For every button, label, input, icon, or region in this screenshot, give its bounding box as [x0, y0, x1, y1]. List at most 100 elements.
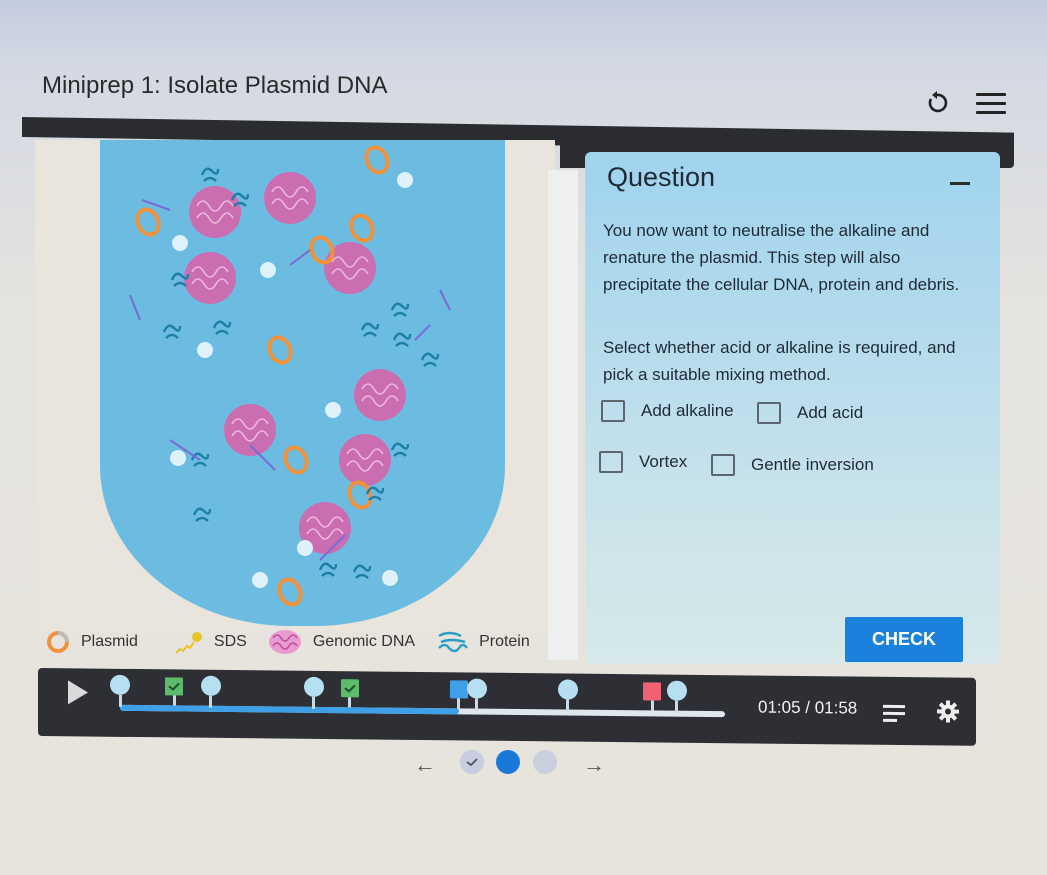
protein	[390, 442, 410, 457]
protein	[360, 322, 380, 337]
check-icon	[168, 682, 181, 691]
legend-item-protein: Protein	[435, 630, 530, 654]
plasmid	[277, 577, 303, 607]
timeline-marker-completed[interactable]	[340, 679, 359, 708]
question-heading: Question	[607, 162, 716, 192]
page-dot-upcoming[interactable]	[533, 750, 557, 774]
question-instructions: You now want to neutralise the alkaline …	[603, 221, 960, 294]
protein	[192, 507, 212, 522]
option-vortex[interactable]: Vortex	[599, 451, 687, 473]
legend-label: Genomic DNA	[312, 633, 416, 650]
video-player-bar: 01:05 / 01:58	[38, 668, 976, 746]
timeline-marker-incorrect[interactable]	[643, 682, 662, 711]
marker-stem	[172, 695, 176, 706]
marker-square	[643, 682, 662, 701]
page-dot-completed[interactable]	[460, 750, 484, 774]
marker-stem	[566, 699, 570, 712]
protein	[390, 302, 410, 317]
timeline-marker-question[interactable]	[557, 679, 578, 712]
marker-circle	[110, 674, 130, 695]
settings-gear-icon[interactable]	[936, 699, 960, 728]
sds-particle	[197, 342, 213, 358]
sds-particle	[382, 570, 398, 586]
checkbox[interactable]	[711, 454, 735, 476]
plasmid	[135, 207, 161, 237]
legend-label: Protein	[479, 633, 530, 650]
option-label: Vortex	[639, 452, 688, 471]
option-label: Gentle inversion	[751, 455, 874, 474]
marker-stem	[650, 700, 654, 711]
play-icon[interactable]	[68, 680, 88, 705]
legend-item-sds: SDS	[174, 629, 247, 655]
checkbox[interactable]	[757, 402, 781, 424]
debris	[289, 249, 311, 266]
legend-item-genomic-dna: Genomic DNA	[267, 628, 415, 656]
timeline-marker-question[interactable]	[466, 678, 487, 711]
timeline-marker-question[interactable]	[110, 674, 130, 707]
timeline-progress	[120, 704, 459, 715]
sds-particle	[172, 235, 188, 251]
marker-circle	[557, 679, 578, 700]
marker-circle	[466, 678, 487, 699]
sds-particle	[397, 172, 413, 188]
option-add-acid[interactable]: Add acid	[757, 402, 863, 424]
menu-icon[interactable]	[976, 93, 1006, 115]
timeline-marker-completed[interactable]	[165, 677, 184, 706]
sds-particle	[252, 572, 268, 588]
genomic-dna-cluster	[189, 186, 241, 238]
protein	[162, 324, 182, 339]
genomic-dna-cluster	[184, 252, 236, 304]
option-label: Add alkaline	[641, 401, 734, 420]
timeline-marker-question[interactable]	[303, 676, 324, 709]
chapters-icon[interactable]	[883, 704, 905, 726]
previous-arrow[interactable]: ←	[414, 752, 436, 778]
marker-circle	[303, 676, 324, 697]
timeline-marker-question[interactable]	[200, 675, 221, 708]
sds-particle	[260, 262, 276, 278]
marker-stem	[675, 700, 679, 713]
option-label: Add acid	[797, 403, 864, 422]
minimize-button[interactable]	[950, 182, 970, 185]
marker-square	[449, 680, 468, 699]
marker-stem	[457, 698, 461, 709]
genomic-dna-cluster	[354, 369, 406, 421]
sds-particle	[297, 540, 313, 556]
sds-particle	[325, 402, 341, 418]
genomic-dna-cluster	[339, 434, 391, 486]
next-arrow[interactable]: →	[583, 752, 605, 778]
timeline-marker-current[interactable]	[449, 680, 468, 709]
check-icon	[466, 758, 478, 767]
marker-stem	[475, 698, 479, 711]
question-panel: Question You now want to neutralise the …	[585, 152, 1000, 664]
marker-circle	[666, 680, 687, 701]
checkbox[interactable]	[601, 400, 625, 422]
debris	[129, 294, 141, 321]
protein	[212, 320, 232, 335]
protein	[318, 562, 338, 577]
option-add-alkaline[interactable]: Add alkaline	[601, 400, 734, 422]
debris	[439, 289, 451, 311]
option-gentle-inversion[interactable]: Gentle inversion	[711, 454, 874, 476]
marker-square	[340, 679, 359, 698]
sds-particle	[170, 450, 186, 466]
plasmid	[267, 335, 293, 365]
plasmid	[283, 445, 309, 475]
marker-stem	[312, 696, 316, 709]
page-dot-active[interactable]	[496, 750, 520, 774]
debris	[414, 324, 431, 341]
checkbox[interactable]	[599, 451, 623, 473]
legend-item-plasmid: Plasmid	[45, 629, 138, 655]
genomic-dna-cluster	[264, 172, 316, 224]
marker-square	[165, 677, 184, 696]
check-icon	[344, 684, 356, 693]
sds-icon	[175, 632, 202, 654]
check-button[interactable]: CHECK	[845, 617, 963, 662]
page-title: Miniprep 1: Isolate Plasmid DNA	[42, 72, 388, 99]
tube-contents	[129, 145, 451, 607]
plasmid	[364, 145, 390, 175]
marker-stem	[348, 697, 352, 708]
reset-icon[interactable]	[924, 90, 950, 116]
protein-icon	[438, 631, 469, 653]
marker-stem	[209, 695, 213, 708]
timeline-marker-question[interactable]	[666, 680, 687, 713]
